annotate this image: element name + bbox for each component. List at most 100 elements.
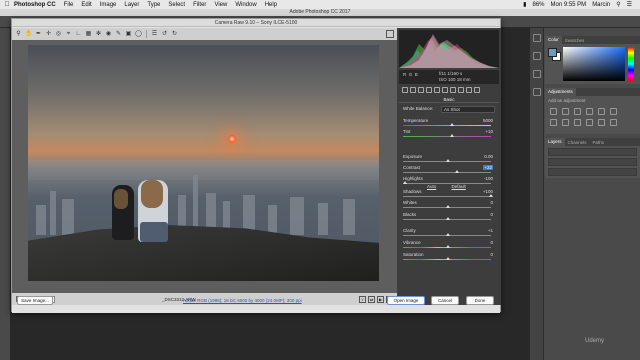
layer-lock-row[interactable]: [548, 168, 637, 176]
hue-slider[interactable]: [628, 47, 634, 81]
slider-value[interactable]: 0: [490, 212, 493, 217]
save-image-button[interactable]: Save Image...: [17, 296, 53, 305]
menu-window[interactable]: Window: [235, 2, 256, 8]
slider-track[interactable]: [403, 196, 491, 197]
slider-thumb[interactable]: [446, 205, 450, 208]
straighten-tool-icon[interactable]: ∟: [75, 31, 82, 38]
targeted-adjustment-icon[interactable]: ◎: [55, 31, 62, 38]
crop-tool-icon[interactable]: ⌖: [65, 31, 72, 38]
preview-swap-icon[interactable]: ▶: [377, 295, 384, 303]
preview-view-icon[interactable]: Y: [359, 295, 366, 303]
color-sampler-icon[interactable]: ✛: [45, 31, 52, 38]
photo-preview[interactable]: [28, 45, 379, 281]
menu-type[interactable]: Type: [147, 2, 160, 8]
red-eye-icon[interactable]: ◉: [105, 31, 112, 38]
slider-thumb[interactable]: [446, 217, 450, 220]
done-button[interactable]: Done: [466, 296, 494, 305]
tab-adjustments[interactable]: Adjustments: [545, 88, 576, 96]
effects-icon[interactable]: [450, 87, 456, 93]
history-icon[interactable]: [532, 34, 541, 42]
tone-curve-icon[interactable]: [410, 87, 416, 93]
slider-value[interactable]: 0: [490, 200, 493, 205]
cancel-button[interactable]: Cancel: [431, 296, 459, 305]
tab-channels[interactable]: Channels: [565, 140, 590, 145]
slider-value[interactable]: 0: [490, 240, 493, 245]
slider-value[interactable]: +1: [488, 228, 493, 233]
open-image-button[interactable]: Open Image: [387, 296, 425, 305]
vibrance-icon[interactable]: [598, 108, 605, 115]
curves-icon[interactable]: [574, 108, 581, 115]
slider-thumb[interactable]: [450, 123, 455, 126]
zoom-tool-icon[interactable]: ⚲: [15, 31, 22, 38]
camera-calibration-icon[interactable]: [458, 87, 464, 93]
slider-thumb[interactable]: [446, 245, 450, 248]
apple-icon[interactable]: : [0, 1, 14, 8]
properties-icon[interactable]: [532, 52, 541, 60]
detail-icon[interactable]: [418, 87, 424, 93]
brightness-icon[interactable]: [550, 108, 557, 115]
presets-icon[interactable]: [466, 87, 472, 93]
search-icon[interactable]: ⚲: [616, 1, 620, 8]
slider-thumb[interactable]: [489, 194, 493, 197]
tab-paths[interactable]: Paths: [590, 140, 608, 145]
adjustment-brush-icon[interactable]: ✎: [115, 31, 122, 38]
slider-thumb[interactable]: [446, 257, 450, 260]
preview-cycle-icon[interactable]: ⇄: [368, 295, 375, 303]
menu-list-icon[interactable]: ☰: [627, 1, 632, 8]
workflow-options-link[interactable]: Adobe RGB (1998); 16 bit; 6000 by 4000 (…: [183, 298, 302, 303]
menu-view[interactable]: View: [214, 2, 227, 8]
slider-value[interactable]: +22: [483, 165, 493, 170]
fullscreen-icon[interactable]: [386, 30, 394, 38]
slider-thumb[interactable]: [450, 134, 455, 137]
split-toning-icon[interactable]: [434, 87, 440, 93]
foreground-color-swatch[interactable]: [548, 48, 557, 57]
brush-icon[interactable]: [532, 70, 541, 78]
auto-link[interactable]: Auto: [427, 184, 436, 189]
slider-value[interactable]: +10: [485, 129, 493, 134]
menu-help[interactable]: Help: [265, 2, 277, 8]
default-link[interactable]: Default: [452, 184, 466, 189]
menu-file[interactable]: File: [64, 2, 74, 8]
slider-track[interactable]: [403, 136, 491, 137]
rotate-left-icon[interactable]: ↺: [161, 31, 168, 38]
tab-swatches[interactable]: Swatches: [562, 38, 588, 43]
camera-raw-preview-area[interactable]: [12, 40, 397, 293]
graduated-filter-icon[interactable]: ▣: [125, 31, 132, 38]
channel-mixer-icon[interactable]: [586, 119, 593, 126]
slider-track[interactable]: [403, 125, 491, 126]
color-lookup-icon[interactable]: [598, 119, 605, 126]
slider-value[interactable]: 0.00: [484, 154, 493, 159]
user-name[interactable]: Marcin: [592, 2, 610, 8]
menu-filter[interactable]: Filter: [193, 2, 206, 8]
menu-edit[interactable]: Edit: [81, 2, 91, 8]
slider-thumb[interactable]: [403, 181, 407, 184]
invert-icon[interactable]: [610, 119, 617, 126]
hue-saturation-icon[interactable]: [610, 108, 617, 115]
battery-icon[interactable]: ▮: [523, 1, 526, 8]
slider-thumb[interactable]: [446, 233, 450, 236]
exposure-icon[interactable]: [586, 108, 593, 115]
white-balance-tool-icon[interactable]: ✒: [35, 31, 42, 38]
slider-value[interactable]: -100: [484, 176, 493, 181]
slider-value[interactable]: 0: [490, 252, 493, 257]
menu-app-name[interactable]: Photoshop CC: [14, 2, 56, 8]
slider-value[interactable]: 5000: [483, 118, 493, 123]
color-picker-field[interactable]: [563, 47, 625, 81]
black-white-icon[interactable]: [562, 119, 569, 126]
menu-select[interactable]: Select: [168, 2, 185, 8]
hand-tool-icon[interactable]: ✋: [25, 31, 32, 38]
character-icon[interactable]: [532, 88, 541, 96]
lens-corrections-icon[interactable]: [442, 87, 448, 93]
slider-thumb[interactable]: [455, 170, 460, 173]
levels-icon[interactable]: [562, 108, 569, 115]
menu-image[interactable]: Image: [100, 2, 117, 8]
photo-filter-icon[interactable]: [574, 119, 581, 126]
menu-layer[interactable]: Layer: [124, 2, 139, 8]
radial-filter-icon[interactable]: ◯: [135, 31, 142, 38]
snapshots-icon[interactable]: [474, 87, 480, 93]
slider-track[interactable]: [403, 172, 491, 173]
basic-tab-icon[interactable]: [402, 87, 408, 93]
transform-tool-icon[interactable]: ▦: [85, 31, 92, 38]
tab-layers[interactable]: Layers: [545, 138, 565, 146]
tab-color[interactable]: Color: [545, 36, 562, 44]
